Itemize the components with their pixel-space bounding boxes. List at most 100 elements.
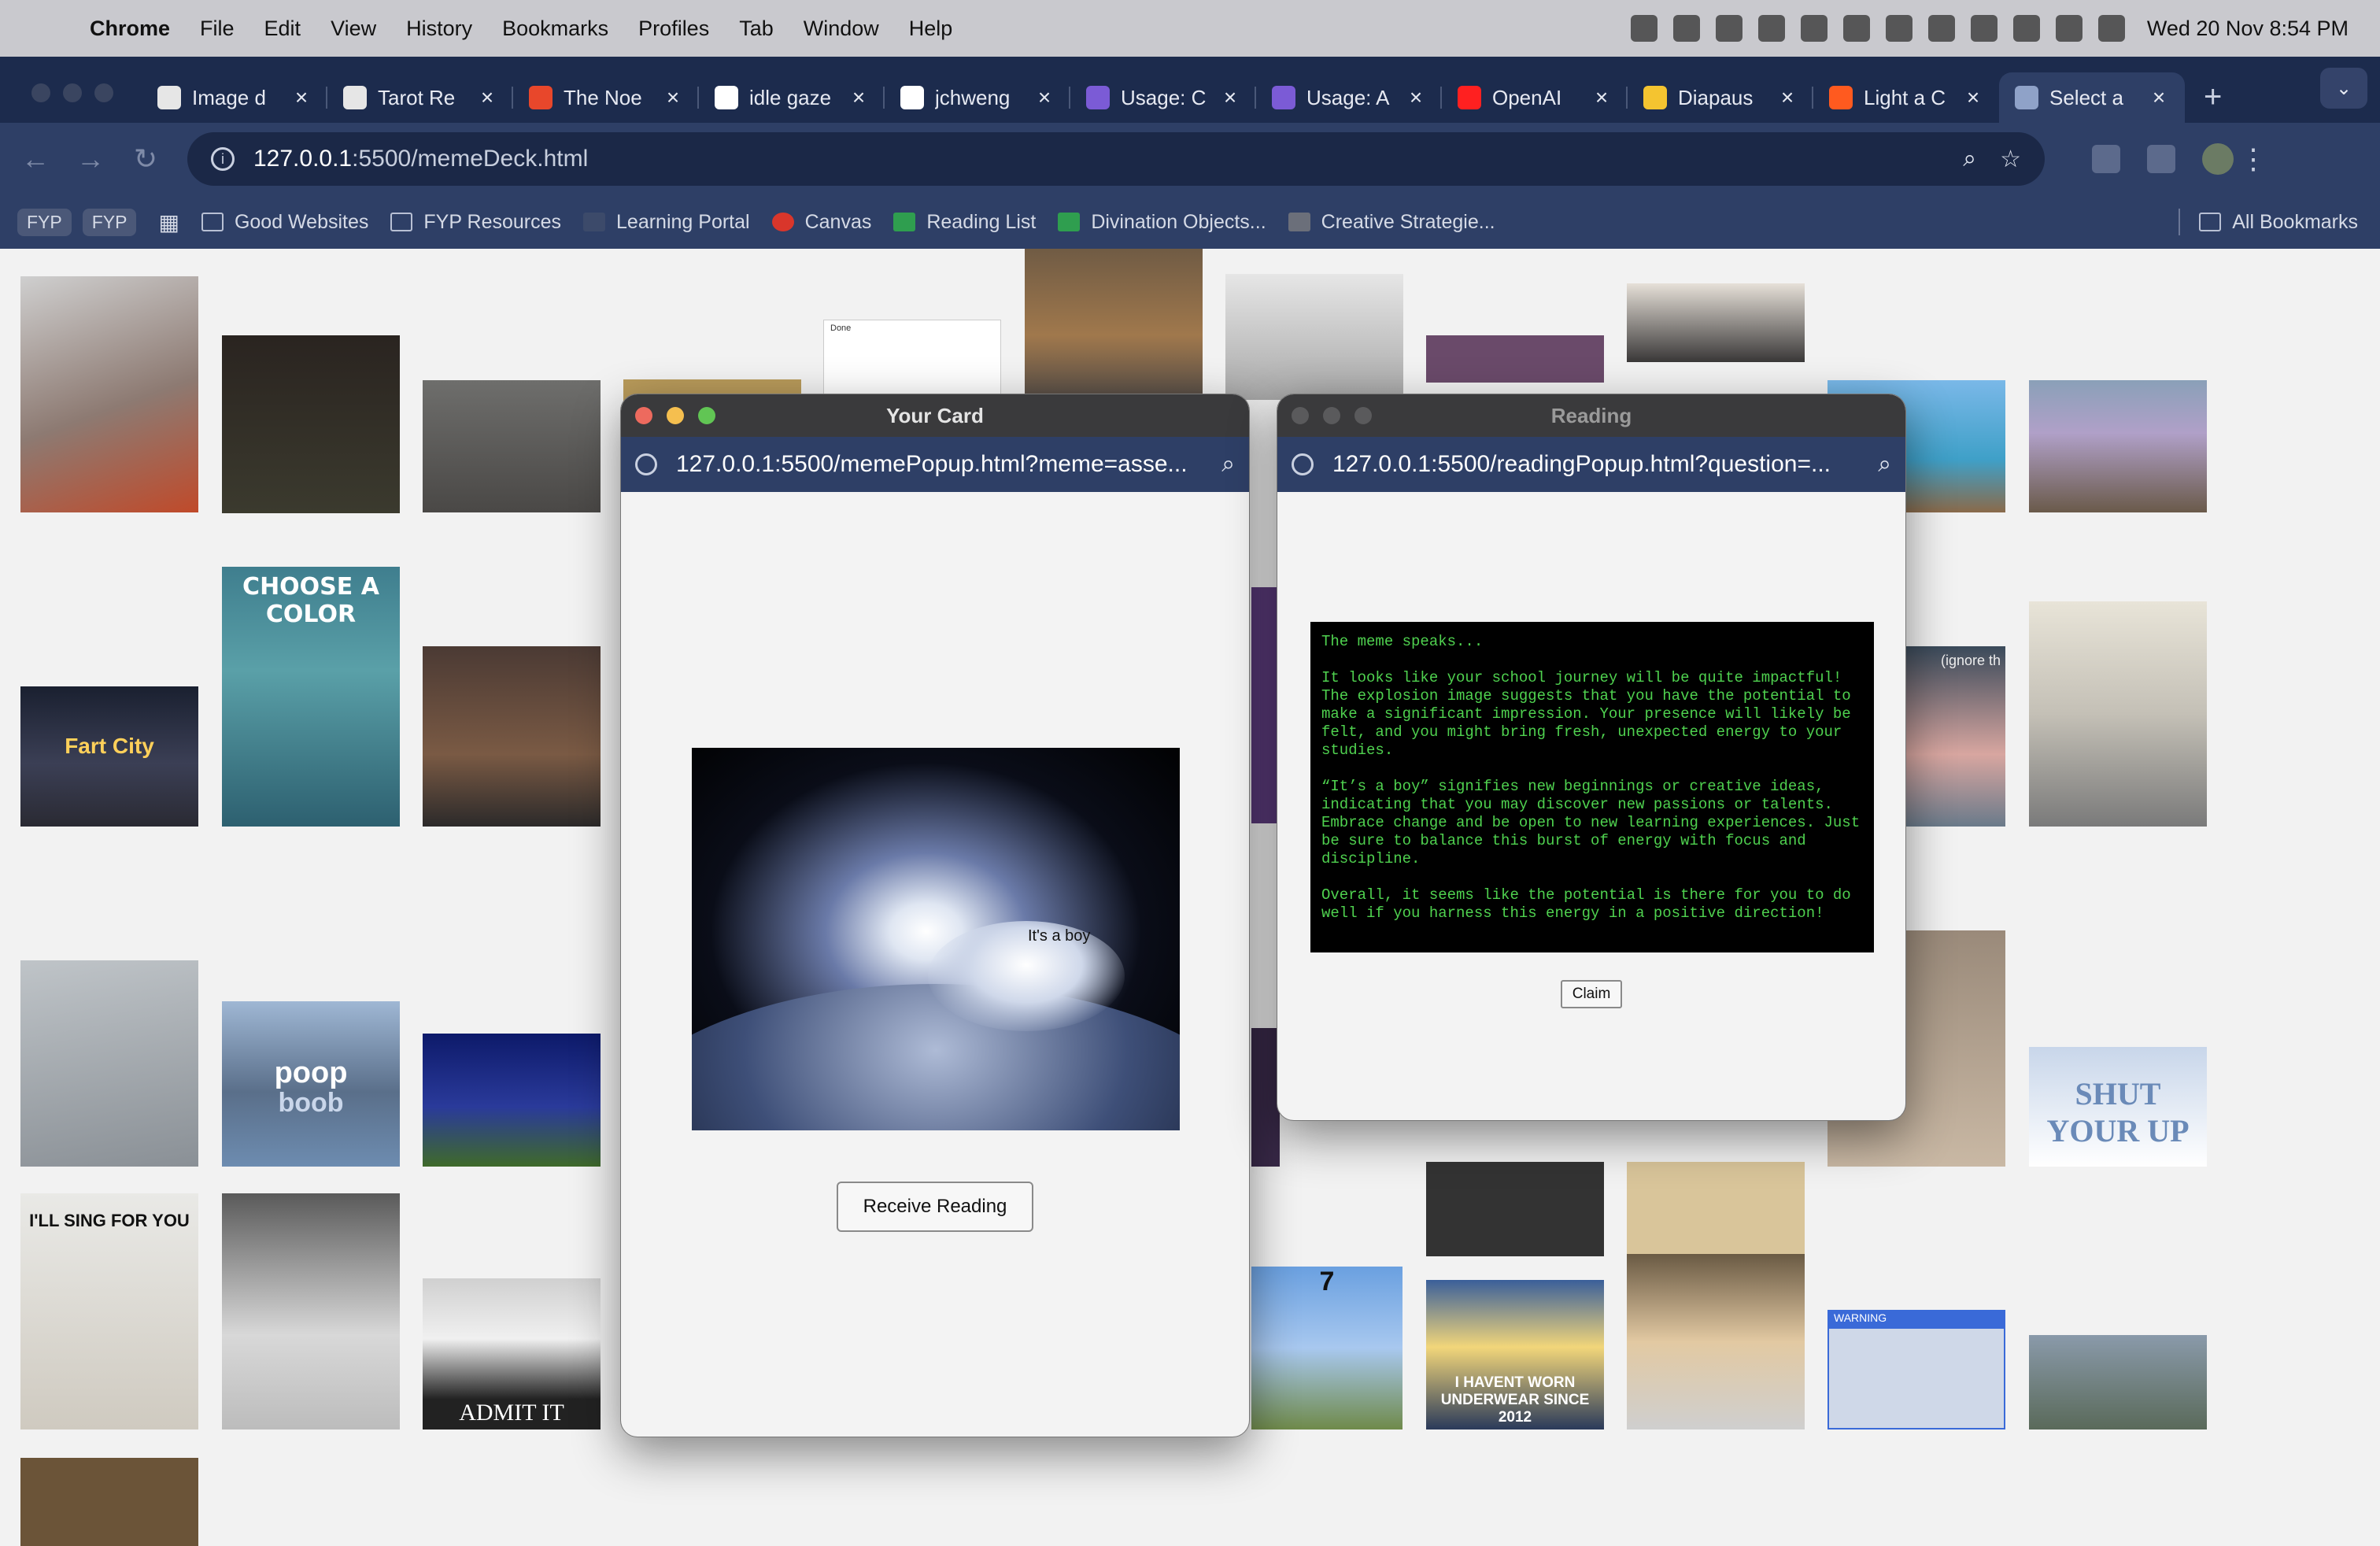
tab-close-icon[interactable]: × bbox=[848, 85, 869, 110]
browser-tab[interactable]: The Noe × bbox=[513, 72, 699, 123]
meme-card-choose-a-color[interactable]: CHOOSE A COLOR bbox=[222, 567, 400, 827]
bookmark-fyp-2[interactable]: FYP bbox=[82, 208, 137, 236]
meme-card-underwear[interactable]: I HAVENT WORN UNDERWEAR SINCE 2012 bbox=[1426, 1280, 1604, 1429]
tab-close-icon[interactable]: × bbox=[1406, 85, 1426, 110]
browser-tab[interactable]: jchweng × bbox=[885, 72, 1070, 123]
input-source-icon[interactable] bbox=[2055, 15, 2082, 42]
meme-card-sing-for-you[interactable]: I'LL SING FOR YOU bbox=[20, 1193, 198, 1429]
receive-reading-button[interactable]: Receive Reading bbox=[837, 1182, 1033, 1232]
status-fan-icon[interactable] bbox=[1842, 15, 1870, 42]
minimize-light[interactable] bbox=[1323, 407, 1340, 424]
apps-grid-icon[interactable]: ▦ bbox=[158, 209, 179, 235]
meme-card-funnel[interactable] bbox=[1225, 274, 1403, 400]
close-light[interactable] bbox=[1292, 407, 1309, 424]
window-zoom-light[interactable] bbox=[94, 83, 113, 102]
menu-view[interactable]: View bbox=[331, 17, 376, 41]
meme-card-tree-7[interactable]: 7 bbox=[1251, 1267, 1402, 1429]
bookmark-good-websites[interactable]: Good Websites bbox=[201, 211, 368, 234]
meme-card-fart-city[interactable]: Fart City bbox=[20, 686, 198, 827]
browser-tab[interactable]: Diapaus × bbox=[1628, 72, 1813, 123]
window-close-light[interactable] bbox=[31, 83, 50, 102]
bookmark-star-icon[interactable]: ☆ bbox=[2000, 146, 2021, 173]
zoom-light[interactable] bbox=[1354, 407, 1372, 424]
battery-icon[interactable] bbox=[1927, 15, 1955, 42]
meme-card-poop-boob[interactable]: poop boob bbox=[222, 1001, 400, 1167]
meme-card-pigeons[interactable] bbox=[20, 960, 198, 1167]
bookmark-canvas[interactable]: Canvas bbox=[771, 211, 871, 234]
your-card-titlebar[interactable]: Your Card bbox=[621, 394, 1249, 437]
meme-card-car-drink[interactable] bbox=[222, 1193, 400, 1429]
tab-close-icon[interactable]: × bbox=[2149, 85, 2169, 110]
meme-card-gru[interactable] bbox=[423, 646, 601, 827]
meme-card-hidden-dark[interactable] bbox=[1251, 1028, 1280, 1167]
minimize-light[interactable] bbox=[667, 407, 684, 424]
apple-icon[interactable] bbox=[31, 15, 58, 42]
meme-card-flood[interactable] bbox=[2029, 1335, 2207, 1429]
meme-card-warning-fish[interactable]: WARNING bbox=[1828, 1310, 2005, 1429]
browser-tab[interactable]: idle gaze × bbox=[699, 72, 885, 123]
tab-close-icon[interactable]: × bbox=[477, 85, 497, 110]
screen-mirror-icon[interactable] bbox=[1970, 15, 1998, 42]
address-bar[interactable]: i 127.0.0.1:5500/memeDeck.html ⌕ ☆ bbox=[187, 132, 2045, 186]
meme-card-bread-stack[interactable] bbox=[1025, 249, 1203, 395]
tab-close-icon[interactable]: × bbox=[1034, 85, 1055, 110]
all-bookmarks[interactable]: All Bookmarks bbox=[2199, 211, 2358, 234]
forward-arrow-icon[interactable]: → bbox=[63, 142, 118, 176]
meme-card-hooded-figures[interactable] bbox=[1627, 283, 1805, 362]
new-tab-button[interactable]: + bbox=[2204, 80, 2222, 115]
tab-search-chevron-icon[interactable]: ⌄ bbox=[2320, 68, 2367, 109]
menu-history[interactable]: History bbox=[406, 17, 472, 41]
site-info-icon[interactable] bbox=[635, 453, 657, 475]
zoom-light[interactable] bbox=[698, 407, 715, 424]
meme-card-toilets[interactable] bbox=[2029, 601, 2207, 827]
window-minimize-light[interactable] bbox=[63, 83, 82, 102]
browser-tab[interactable]: OpenAI × bbox=[1442, 72, 1628, 123]
reload-icon[interactable]: ↻ bbox=[118, 142, 173, 176]
bluetooth-icon[interactable] bbox=[1885, 15, 1913, 42]
browser-tab[interactable]: Select a × bbox=[1999, 72, 2185, 123]
reading-mode-icon[interactable] bbox=[2092, 145, 2120, 173]
reading-titlebar[interactable]: Reading bbox=[1277, 394, 1905, 437]
meme-card-hidden-purple[interactable] bbox=[1251, 587, 1280, 823]
tab-close-icon[interactable]: × bbox=[1220, 85, 1240, 110]
bookmark-learning-portal[interactable]: Learning Portal bbox=[583, 211, 750, 234]
zoom-icon[interactable]: ⌕ bbox=[1221, 451, 1235, 478]
popup-url-bar[interactable]: 127.0.0.1:5500/memePopup.html?meme=asse.… bbox=[621, 437, 1249, 492]
more-menu-icon[interactable]: ⋮ bbox=[2234, 142, 2273, 176]
meme-card-woman[interactable] bbox=[1426, 335, 1604, 383]
meme-card-rabbit[interactable] bbox=[423, 1034, 601, 1167]
bookmark-fyp-1[interactable]: FYP bbox=[17, 208, 72, 236]
bookmark-fyp-resources[interactable]: FYP Resources bbox=[390, 211, 561, 234]
menu-edit[interactable]: Edit bbox=[264, 17, 301, 41]
claim-button[interactable]: Claim bbox=[1561, 980, 1622, 1008]
browser-tab[interactable]: Image d × bbox=[142, 72, 327, 123]
bookmark-reading-list[interactable]: Reading List bbox=[893, 211, 1036, 234]
browser-tab[interactable]: Tarot Re × bbox=[327, 72, 513, 123]
menu-file[interactable]: File bbox=[200, 17, 235, 41]
tab-close-icon[interactable]: × bbox=[291, 85, 312, 110]
popup-url-bar[interactable]: 127.0.0.1:5500/readingPopup.html?questio… bbox=[1277, 437, 1905, 492]
tab-close-icon[interactable]: × bbox=[1963, 85, 1983, 110]
browser-tab[interactable]: Usage: C × bbox=[1070, 72, 1256, 123]
status-globe-icon[interactable] bbox=[1757, 15, 1785, 42]
tab-close-icon[interactable]: × bbox=[663, 85, 683, 110]
back-arrow-icon[interactable]: ← bbox=[8, 142, 63, 176]
menubar-clock[interactable]: Wed 20 Nov 8:54 PM bbox=[2147, 17, 2349, 41]
control-center-icon[interactable] bbox=[2097, 15, 2125, 42]
menu-window[interactable]: Window bbox=[804, 17, 879, 41]
status-timer-icon[interactable] bbox=[1800, 15, 1828, 42]
site-info-icon[interactable]: i bbox=[211, 147, 235, 171]
menu-profiles[interactable]: Profiles bbox=[638, 17, 709, 41]
meme-card-hallway-moon[interactable] bbox=[423, 380, 601, 512]
menu-help[interactable]: Help bbox=[909, 17, 953, 41]
bookmark-divination-objects[interactable]: Divination Objects... bbox=[1058, 211, 1266, 234]
zoom-icon[interactable]: ⌕ bbox=[1878, 451, 1891, 478]
meme-card-shut-your-up[interactable]: SHUT YOUR UP bbox=[2029, 1047, 2207, 1167]
menu-bookmarks[interactable]: Bookmarks bbox=[502, 17, 608, 41]
close-light[interactable] bbox=[635, 407, 652, 424]
meme-card-beige-partial[interactable] bbox=[1627, 1162, 1805, 1256]
menu-tab[interactable]: Tab bbox=[739, 17, 774, 41]
site-info-icon[interactable] bbox=[1292, 453, 1314, 475]
menu-app-name[interactable]: Chrome bbox=[90, 17, 170, 41]
zoom-icon[interactable]: ⌕ bbox=[1963, 146, 1976, 172]
